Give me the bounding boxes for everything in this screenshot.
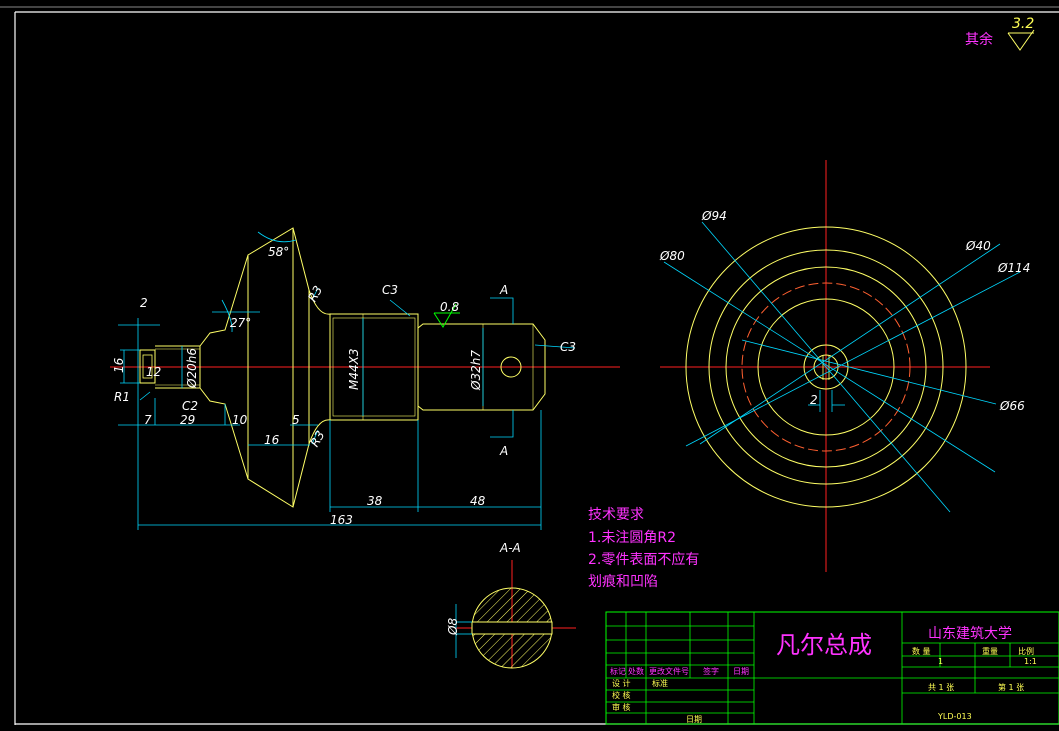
dim-r3-bottom: R3 [307, 428, 327, 449]
surface-finish-value: 3.2 [1012, 16, 1034, 32]
label-scale: 比例 [1018, 646, 1034, 656]
dim-38: 38 [367, 494, 383, 508]
row-label-sign: 签字 [703, 666, 719, 676]
dim-d40: Ø40 [965, 239, 991, 253]
dim-d20h6: Ø20h6 [185, 348, 199, 389]
dim-d80: Ø80 [659, 249, 685, 263]
label-weight: 重量 [982, 646, 998, 656]
dim-48: 48 [470, 494, 486, 508]
dim-5: 5 [292, 413, 300, 427]
value-scale: 1:1 [1024, 657, 1037, 666]
section-mark-a-bottom: A [499, 444, 508, 458]
dim-10: 10 [232, 413, 248, 427]
label-standard: 标准 [652, 678, 668, 688]
dim-c2: C2 [182, 399, 198, 413]
dim-16: 16 [112, 357, 126, 373]
sheets-total: 共 1 张 [928, 683, 954, 692]
label-review: 审 核 [612, 702, 631, 712]
value-quantity: 1 [938, 657, 943, 666]
dim-12: 12 [146, 365, 161, 379]
dim-163: 163 [330, 513, 353, 527]
dim-16b: 16 [264, 433, 280, 447]
tech-req-line3: 划痕和凹陷 [588, 574, 658, 590]
dim-d8: Ø8 [446, 618, 460, 636]
dim-roughness-08: 0.8 [440, 300, 459, 314]
dim-m44x3: M44X3 [347, 349, 361, 390]
tech-req-title: 技术要求 [588, 507, 644, 523]
row-label-change: 更改文件号 [649, 666, 689, 676]
label-date: 日期 [686, 715, 702, 724]
tech-req-line1: 1.未注圆角R2 [588, 530, 676, 546]
front-view: Ø94 Ø80 Ø40 Ø114 Ø66 2 [659, 160, 1030, 572]
section-pin-slot [471, 621, 553, 635]
dim-d114: Ø114 [997, 261, 1030, 275]
dim-2: 2 [140, 296, 148, 310]
school-name: 山东建筑大学 [928, 626, 1012, 642]
surface-finish-note: 其余 3.2 [965, 16, 1035, 51]
row-label-mark: 标记 [610, 666, 626, 676]
part-name: 凡尔总成 [776, 631, 872, 659]
dim-d94: Ø94 [701, 209, 727, 223]
dim-r1: R1 [114, 390, 130, 404]
section-title: A-A [499, 541, 521, 555]
tech-req-line2: 2.零件表面不应有 [588, 551, 699, 568]
dim-c3-thread: C3 [382, 283, 398, 297]
drawing-number: YLD-013 [937, 712, 972, 721]
side-view: 2 16 12 R1 7 29 10 16 5 C2 Ø20h6 58° 27°… [110, 227, 620, 530]
label-check: 校 核 [612, 690, 631, 700]
dim-d32h7: Ø32h7 [469, 350, 483, 391]
dim-7: 7 [144, 413, 152, 427]
section-mark-a-top: A [499, 283, 508, 297]
label-design: 设 计 [612, 678, 631, 688]
cad-drawing-canvas[interactable]: 其余 3.2 2 16 12 R1 7 29 10 16 5 C2 Ø20h6 … [0, 0, 1059, 731]
cad-drawing-svg: 其余 3.2 2 16 12 R1 7 29 10 16 5 C2 Ø20h6 … [0, 0, 1059, 725]
title-block: 凡尔总成 山东建筑大学 数 量 重量 比例 1 1:1 共 1 张 第 1 张 … [605, 611, 1059, 725]
surface-finish-label: 其余 [965, 31, 993, 48]
sheet-number: 第 1 张 [998, 682, 1024, 692]
dim-angle-27: 27° [230, 316, 251, 330]
dim-d66: Ø66 [999, 399, 1025, 413]
dim-29: 29 [180, 413, 195, 427]
technical-requirements: 技术要求 1.未注圆角R2 2.零件表面不应有 划痕和凹陷 [588, 507, 699, 590]
row-label-date: 日期 [733, 667, 749, 676]
dim-front-2: 2 [810, 393, 818, 407]
dim-angle-58: 58° [268, 245, 289, 259]
label-quantity: 数 量 [912, 646, 931, 656]
section-view: A-A Ø8 [446, 541, 576, 669]
row-label-count: 处数 [628, 666, 644, 676]
dim-c3-shaft: C3 [560, 340, 576, 354]
